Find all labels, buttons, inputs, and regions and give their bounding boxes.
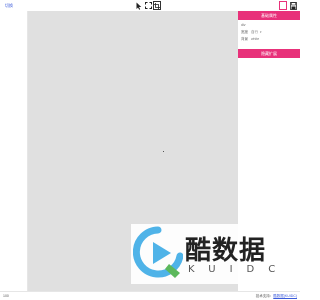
top-toolbar: 切换	[0, 0, 300, 11]
watermark-letters: KUIDC	[188, 264, 290, 275]
width-select[interactable]: 自行	[251, 30, 258, 34]
left-sidebar	[0, 11, 28, 291]
credits-link[interactable]: 酷数据(KUIDC)	[273, 294, 297, 298]
prop-row-element: div	[241, 22, 297, 29]
background-value[interactable]: white	[251, 37, 259, 41]
prop-row-width[interactable]: 宽度 自行 ▾	[241, 29, 297, 36]
page-button[interactable]	[279, 1, 287, 10]
save-button[interactable]	[289, 1, 297, 10]
pointer-tool-button[interactable]	[135, 1, 143, 10]
panel-header-extended[interactable]: 隐藏扩展	[238, 49, 300, 58]
panel-header-basic[interactable]: 基础属性	[238, 11, 300, 20]
prop-label: 宽度	[241, 30, 248, 34]
crop-tool-button[interactable]	[153, 1, 161, 10]
prop-label: 背景	[241, 37, 248, 41]
pointer-icon	[136, 2, 142, 10]
select-frame-tool-button[interactable]	[144, 1, 152, 10]
save-icon	[289, 1, 297, 10]
status-bar: 100 技术支持：酷数据(KUIDC)	[0, 291, 300, 300]
watermark-name: 酷数据	[185, 236, 267, 266]
canvas-cursor-dot	[163, 151, 164, 152]
credits: 技术支持：酷数据(KUIDC)	[256, 294, 297, 299]
brand-label[interactable]: 切换	[5, 3, 13, 9]
crop-icon	[154, 2, 160, 9]
credits-prefix: 技术支持：	[255, 294, 274, 298]
prop-label: div	[241, 23, 246, 27]
panel-body: div 宽度 自行 ▾ 背景 white	[238, 20, 300, 49]
watermark-overlay: 酷数据 KUIDC	[131, 224, 279, 284]
zoom-level: 100	[3, 294, 9, 298]
prop-row-background[interactable]: 背景 white	[241, 36, 297, 43]
watermark-logo-icon	[133, 226, 183, 278]
select-frame-icon	[144, 2, 152, 9]
chevron-down-icon[interactable]: ▾	[260, 30, 262, 34]
